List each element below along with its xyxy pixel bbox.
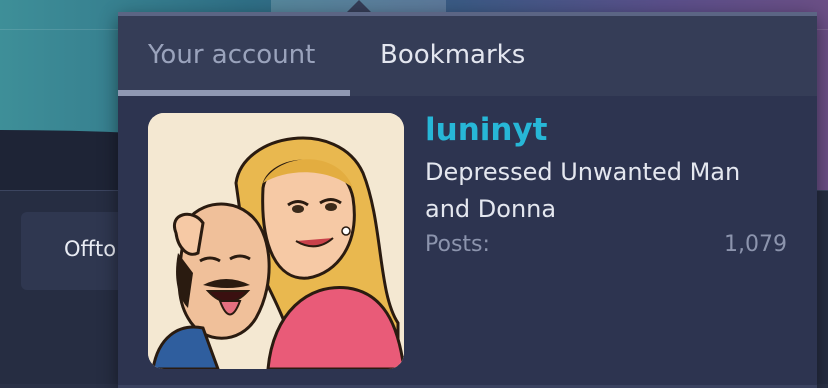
forum-node-label[interactable]: Offto: [64, 237, 116, 261]
popup-tabs: Your account Bookmarks: [118, 16, 817, 96]
avatar[interactable]: [148, 113, 404, 369]
tab-your-account[interactable]: Your account: [148, 40, 315, 70]
tab-bookmarks[interactable]: Bookmarks: [380, 40, 525, 70]
popup-pointer-arrow: [347, 0, 371, 12]
user-title-line-1: Depressed Unwanted Man: [425, 158, 741, 186]
avatar-illustration: [148, 113, 404, 369]
account-popup: Your account Bookmarks luninyt Depressed…: [118, 12, 817, 388]
user-title-line-2: and Donna: [425, 195, 557, 223]
posts-stat-label: Posts:: [425, 232, 490, 257]
posts-stat-value[interactable]: 1,079: [724, 232, 787, 257]
account-panel: luninyt Depressed Unwanted Man and Donna…: [118, 96, 817, 388]
username-link[interactable]: luninyt: [425, 112, 548, 148]
